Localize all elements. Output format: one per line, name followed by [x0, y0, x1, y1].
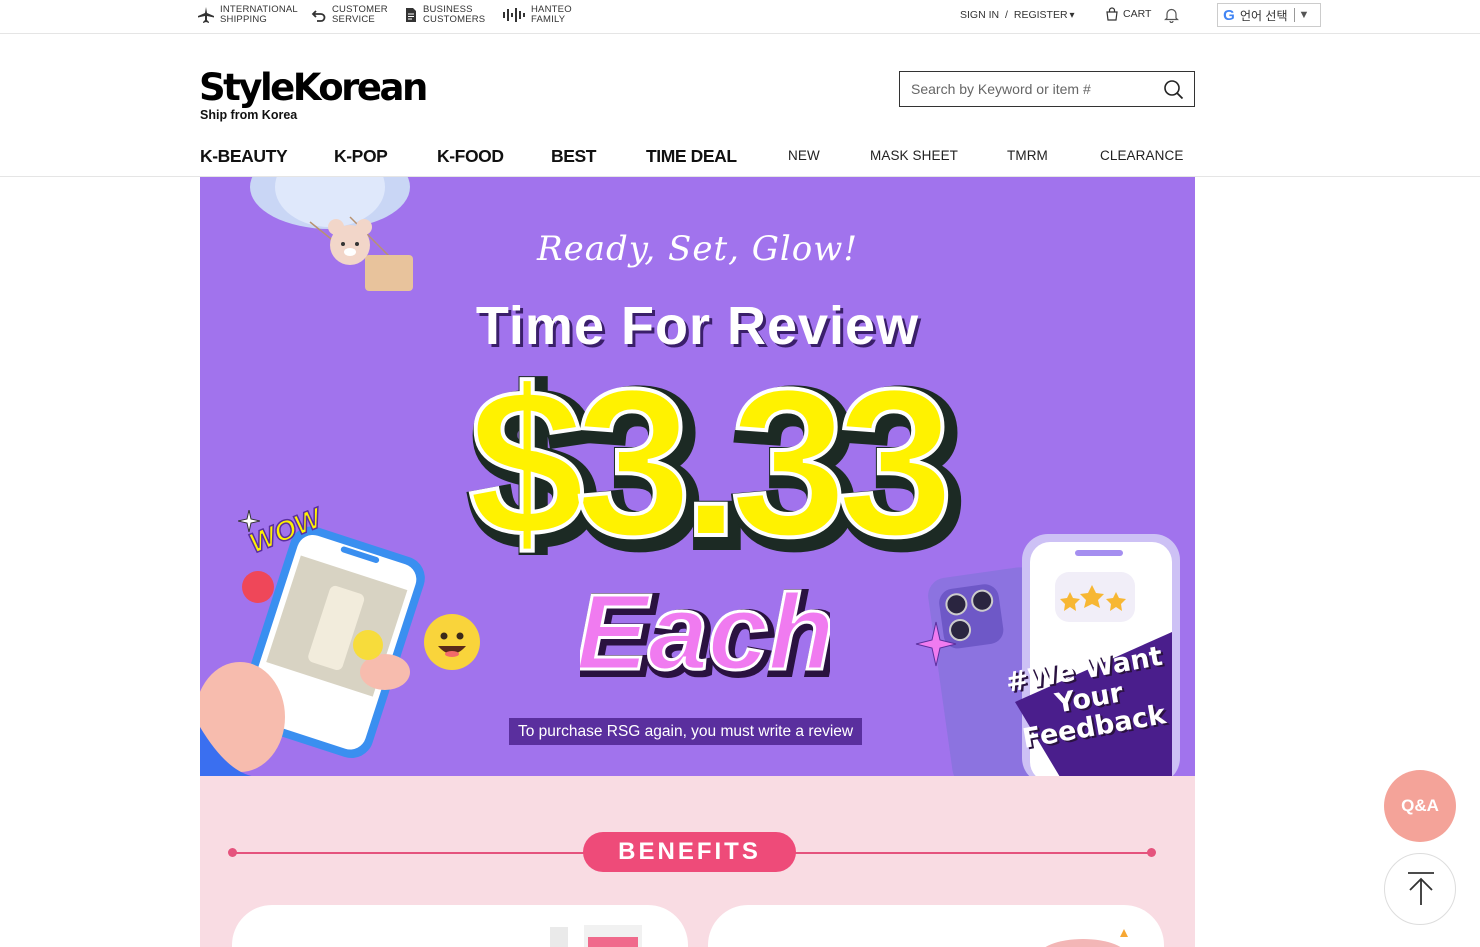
- account-links: SIGN IN / REGISTER ▾: [960, 9, 1075, 21]
- product-illustration: [550, 925, 642, 947]
- waveform-icon: [503, 8, 525, 22]
- hanteo-family-link[interactable]: HANTEO FAMILY: [502, 5, 581, 25]
- benefits-badge: BENEFITS: [583, 832, 796, 872]
- each-text: Each: [580, 572, 830, 682]
- back-to-top-button[interactable]: [1384, 853, 1456, 925]
- international-shipping-link[interactable]: INTERNATIONAL SHIPPING: [197, 5, 300, 25]
- benefit-card-1[interactable]: [232, 905, 688, 947]
- nav-tmrm[interactable]: TMRM: [1007, 148, 1048, 163]
- airplane-icon: [198, 7, 214, 23]
- utility-bar: INTERNATIONAL SHIPPING CUSTOMER SERVICE …: [0, 0, 1480, 34]
- banner-each: Each Each: [580, 572, 830, 682]
- banner-script-heading: Ready, Set, Glow!: [536, 229, 859, 269]
- google-g-icon: G: [1223, 6, 1235, 24]
- main-nav: K-BEAUTY K-POP K-FOOD BEST TIME DEAL NEW…: [0, 138, 1480, 177]
- nav-mask-sheet[interactable]: MASK SHEET: [870, 148, 958, 163]
- banner-title: Time For Review: [475, 296, 920, 356]
- sign-in-link[interactable]: SIGN IN: [960, 9, 999, 21]
- qa-button[interactable]: Q&A: [1384, 770, 1456, 842]
- nav-clearance[interactable]: CLEARANCE: [1100, 148, 1183, 163]
- banner-price: $3.33 $3.33: [465, 355, 972, 555]
- smiley-emoji-icon: [424, 614, 480, 670]
- search-input[interactable]: [900, 72, 1155, 106]
- business-customers-label: BUSINESS CUSTOMERS: [423, 4, 486, 25]
- language-select[interactable]: G 언어 선택 ▼: [1217, 3, 1321, 27]
- search-box: [899, 71, 1195, 107]
- search-icon[interactable]: [1163, 79, 1184, 100]
- customer-service-label: CUSTOMER SERVICE: [332, 4, 388, 25]
- divider-text: /: [1005, 9, 1008, 21]
- document-icon: [406, 8, 416, 22]
- logo-tagline: Ship from Korea: [200, 108, 298, 122]
- cart-bag-icon: [1106, 7, 1118, 21]
- benefits-line-left: [234, 852, 589, 854]
- benefits-section: BENEFITS: [200, 776, 1195, 947]
- nav-k-pop[interactable]: K-POP: [334, 146, 388, 167]
- hanteo-family-label: HANTEO FAMILY: [531, 4, 572, 25]
- benefits-line-right: [790, 852, 1150, 854]
- benefits-dot-right: [1147, 848, 1156, 857]
- nav-new[interactable]: NEW: [788, 148, 820, 163]
- business-customers-link[interactable]: BUSINESS CUSTOMERS: [404, 5, 493, 25]
- benefit-card-2[interactable]: [708, 905, 1164, 947]
- style-korean-logo[interactable]: StyleKorean: [199, 66, 428, 110]
- customer-service-link[interactable]: CUSTOMER SERVICE: [311, 5, 392, 25]
- language-label: 언어 선택: [1240, 8, 1288, 23]
- nav-time-deal[interactable]: TIME DEAL: [646, 146, 737, 167]
- language-divider: [1293, 8, 1295, 22]
- register-link[interactable]: REGISTER: [1014, 9, 1068, 21]
- price-text: $3.33: [468, 355, 947, 555]
- arrow-up-icon: [1408, 872, 1434, 905]
- sparkle-icon: [238, 510, 260, 532]
- bell-icon[interactable]: [1164, 7, 1179, 23]
- nav-k-beauty[interactable]: K-BEAUTY: [200, 146, 288, 167]
- nav-best[interactable]: BEST: [551, 146, 596, 167]
- register-caret-icon[interactable]: ▾: [1070, 10, 1075, 21]
- return-arrow-icon: [311, 10, 326, 22]
- international-shipping-label: INTERNATIONAL SHIPPING: [220, 4, 298, 25]
- promo-banner[interactable]: Ready, Set, Glow! Time For Review $3.33 …: [200, 177, 1195, 776]
- chevron-down-icon: ▼: [1298, 9, 1310, 21]
- banner-caption: To purchase RSG again, you must write a …: [509, 718, 863, 745]
- nav-k-food[interactable]: K-FOOD: [437, 146, 504, 167]
- character-illustration: [1045, 929, 1128, 947]
- cart-label: CART: [1123, 8, 1152, 20]
- cart-link[interactable]: CART: [1105, 7, 1151, 21]
